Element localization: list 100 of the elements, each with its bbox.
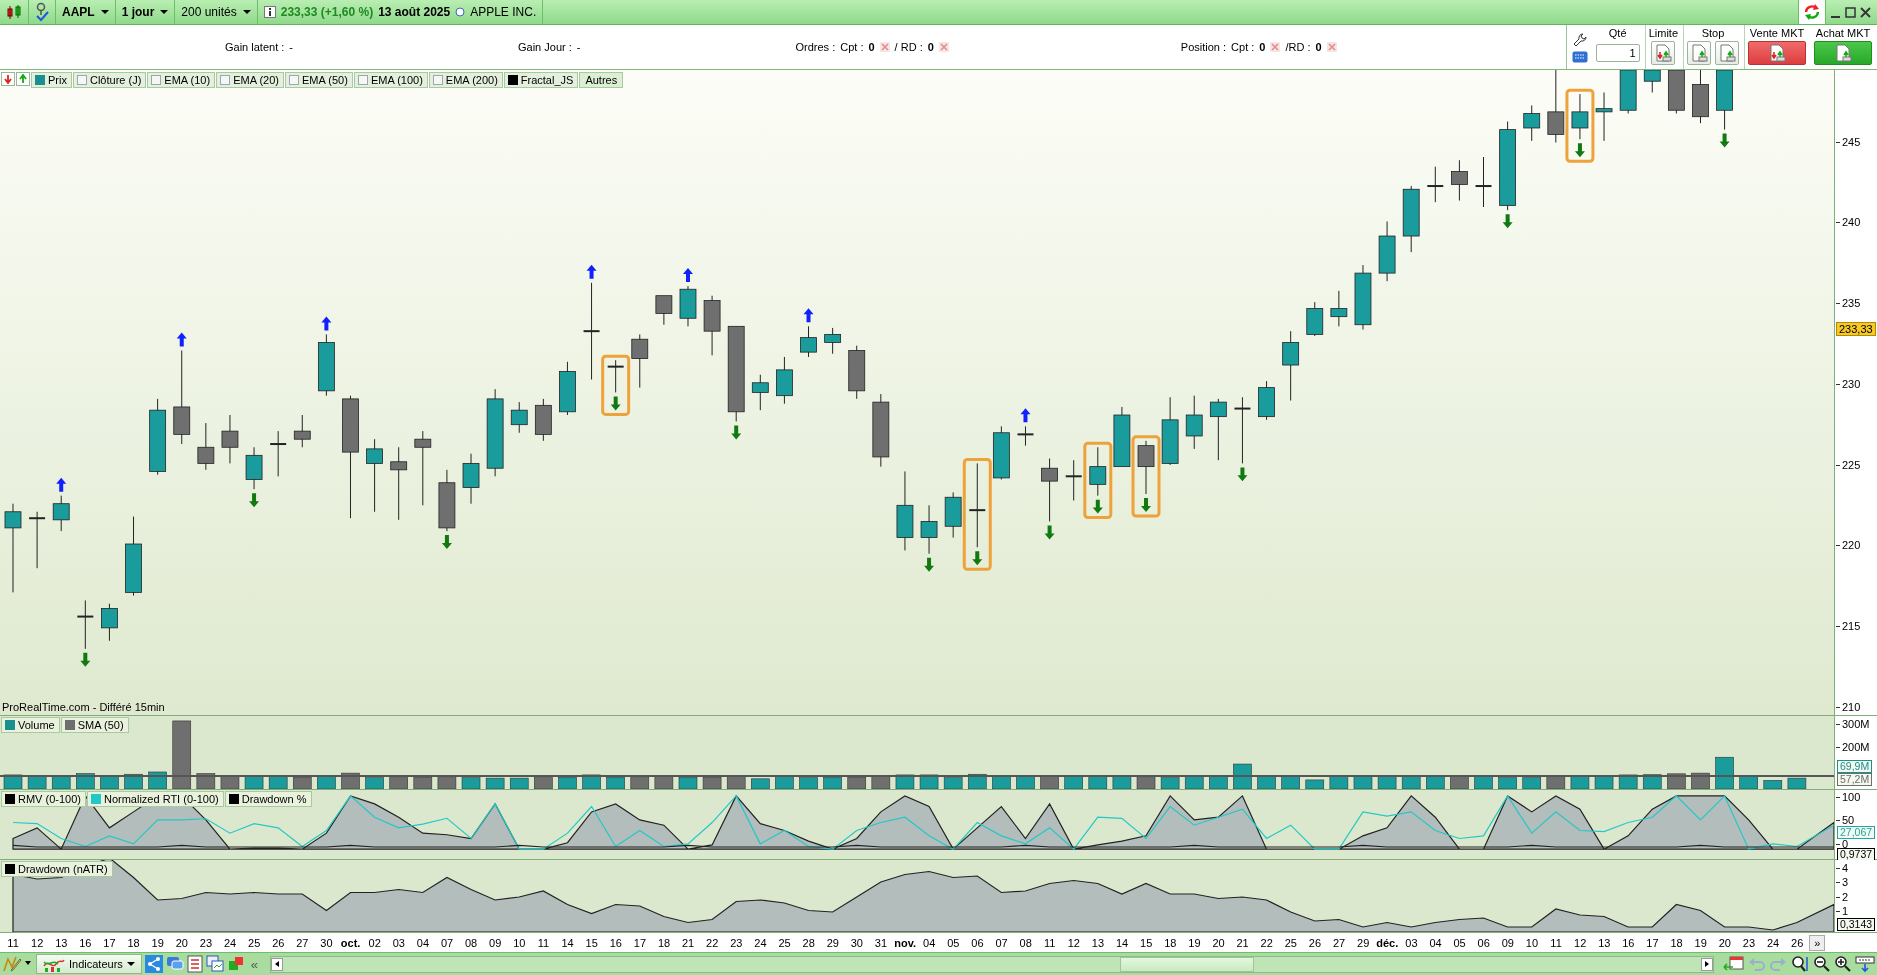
indicator-legend[interactable]: SMA (50) <box>60 717 129 733</box>
symbol-dropdown[interactable]: AAPL <box>62 5 109 19</box>
axis-tick-label: 245 <box>1836 135 1861 148</box>
date-label: oct. <box>339 936 362 949</box>
legend-toggle[interactable]: Clôture (J) <box>72 72 147 88</box>
legend-toggle[interactable]: Prix <box>31 72 72 88</box>
legend-toggle[interactable]: EMA (10) <box>147 72 216 88</box>
date-label: 02 <box>367 936 382 949</box>
info-value: 0 <box>1315 41 1322 53</box>
sell-label: Vente MKT <box>1749 27 1805 39</box>
data-source-label: ProRealTime.com - Différé 15min <box>2 701 165 713</box>
date-label: 21 <box>1235 936 1250 949</box>
date-label: 03 <box>1404 936 1419 949</box>
period-dropdown[interactable]: 1 jour <box>121 5 169 19</box>
axis-tick-label: 100 <box>1836 790 1861 803</box>
legend-label: EMA (20) <box>233 74 279 86</box>
axis-tick-label: 220 <box>1836 539 1861 552</box>
value-label: 69,9M <box>1837 760 1873 773</box>
axis-tick-label: 240 <box>1836 216 1861 229</box>
legend-toggle[interactable]: EMA (50) <box>285 72 353 88</box>
indicator-legend[interactable]: Normalized RTI (0-100) <box>86 791 224 807</box>
date-label: 26 <box>1307 936 1323 949</box>
legend-toggle[interactable]: Fractal_JS <box>503 72 579 88</box>
date-label: 14 <box>1114 936 1130 949</box>
info-value: 0 <box>1259 41 1266 53</box>
axis-tick-label: 50 <box>1836 814 1855 826</box>
info-value: - <box>576 41 581 53</box>
info-label: Cpt : <box>1231 41 1255 53</box>
date-label: 05 <box>946 936 961 949</box>
date-label: 11 <box>1549 936 1563 949</box>
date-label: 18 <box>1163 936 1178 949</box>
date-label: 19 <box>1187 936 1202 949</box>
quantity-field[interactable]: 1 <box>1595 44 1640 62</box>
date-label: 17 <box>102 936 117 949</box>
info-label: /RD : <box>1285 41 1311 53</box>
legend-label: Clôture (J) <box>89 74 142 86</box>
indicator-legend[interactable]: Volume <box>1 717 60 733</box>
legend-label: Prix <box>48 74 67 86</box>
info-label: Gain Jour : <box>518 41 572 53</box>
date-label: 04 <box>1428 936 1443 949</box>
date-label: 12 <box>30 936 45 949</box>
date-label: 30 <box>319 936 334 949</box>
date-label: 27 <box>1331 936 1347 949</box>
legend-toggle[interactable]: EMA (100) <box>353 72 428 88</box>
info-label: / RD : <box>894 41 923 53</box>
axis-tick-label: 0 <box>1836 837 1849 850</box>
scroll-end-button[interactable]: » <box>1809 934 1826 951</box>
legend-toggle[interactable]: EMA (200) <box>428 72 503 88</box>
date-label: 13 <box>1090 936 1106 949</box>
date-label: 23 <box>729 936 744 949</box>
date-label: 23 <box>1741 936 1757 949</box>
legend-toggle[interactable]: EMA (20) <box>216 72 284 88</box>
legend-label: EMA (100) <box>370 74 423 86</box>
date-label: 09 <box>1500 936 1515 949</box>
axis-tick-label: 4 <box>1836 861 1849 874</box>
indicator-legend[interactable]: Drawdown (nATR) <box>1 861 113 877</box>
indicators-button[interactable]: Indicateurs <box>36 954 142 974</box>
legend-label: Fractal_JS <box>520 74 574 86</box>
info-label: Cpt : <box>840 41 864 53</box>
indicator-legend[interactable]: Drawdown % <box>224 791 312 807</box>
date-label: 31 <box>873 936 889 949</box>
date-label: nov. <box>893 936 917 949</box>
date-label: 18 <box>126 936 141 949</box>
date-label: 18 <box>1669 936 1684 949</box>
info-label: Position : <box>1180 41 1227 53</box>
date-label: 24 <box>1765 936 1781 949</box>
collapse-button[interactable]: « <box>247 956 262 972</box>
date-label: 05 <box>1452 936 1467 949</box>
info-label: Ordres : <box>795 41 836 53</box>
date-label: 22 <box>705 936 720 949</box>
date-label: 26 <box>271 936 286 949</box>
units-dropdown[interactable]: 200 unités <box>181 5 251 19</box>
price-change: 233,33 (+1,60 %) <box>280 5 374 19</box>
date-label: 16 <box>608 936 623 949</box>
value-label: 0,3143 <box>1837 918 1876 931</box>
legend-label: EMA (200) <box>445 74 498 86</box>
date-label: 19 <box>150 936 165 949</box>
date-label: 15 <box>1139 936 1154 949</box>
date-label: 16 <box>1621 936 1636 949</box>
axis-tick-label: 230 <box>1836 377 1861 390</box>
more-button[interactable]: Autres <box>579 72 624 88</box>
axis-tick-label: 225 <box>1836 458 1861 471</box>
info-value: 0 <box>868 41 875 53</box>
axis-tick-label: 200M <box>1836 740 1870 753</box>
date-label: 12 <box>1573 936 1588 949</box>
axis-tick-label: 215 <box>1836 620 1861 632</box>
date-label: 25 <box>777 936 792 949</box>
axis-tick-label: 300M <box>1836 717 1870 730</box>
limit-label: Limite <box>1648 27 1678 39</box>
date-label: 28 <box>801 936 816 949</box>
date-label: 20 <box>1717 936 1732 949</box>
date-label: 15 <box>584 936 599 949</box>
axis-tick-label: 3 <box>1836 876 1849 888</box>
indicator-legend[interactable]: RMV (0-100) <box>1 791 86 807</box>
date-label: 13 <box>54 936 69 949</box>
date-label: 27 <box>295 936 310 949</box>
date-label: 24 <box>753 936 768 949</box>
last-price-label: 233,33 <box>1836 322 1876 336</box>
date-label: 25 <box>247 936 262 949</box>
date-label: 08 <box>1018 936 1033 949</box>
